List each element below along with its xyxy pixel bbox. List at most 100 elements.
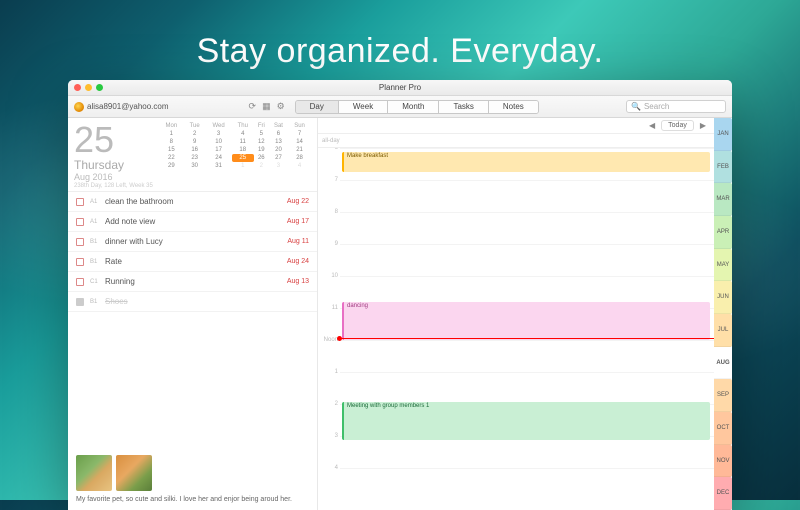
hour-label: 9 [318,241,338,247]
cal-day[interactable]: 3 [206,130,232,138]
event[interactable]: dancing [342,302,710,340]
task-row[interactable]: B1dinner with LucyAug 11 [68,232,317,252]
hour-label: Noon [318,337,338,343]
task-checkbox[interactable] [76,298,84,306]
cal-day[interactable]: 9 [184,138,206,146]
user-email: alisa8901@yahoo.com [87,102,169,111]
cal-day[interactable]: 26 [254,154,269,162]
cal-day[interactable]: 14 [288,138,311,146]
task-label: Shoes [105,297,309,306]
cal-day[interactable]: 25 [232,154,254,162]
tab-notes[interactable]: Notes [489,101,538,113]
search-icon: 🔍 [631,102,641,111]
avatar [74,102,84,112]
task-due: Aug 17 [287,218,309,225]
event[interactable]: Meeting with group members 1 [342,402,710,440]
cal-day[interactable]: 8 [159,138,184,146]
cal-day[interactable]: 2 [254,162,269,170]
cal-day[interactable]: 15 [159,146,184,154]
cal-day[interactable]: 28 [288,154,311,162]
task-priority: A1 [90,199,100,205]
hour-label: 11 [318,305,338,311]
cal-day[interactable]: 5 [254,130,269,138]
today-button[interactable]: Today [661,120,694,131]
tab-tasks[interactable]: Tasks [439,101,488,113]
date-block: 25 Thursday Aug 2016 238th Day, 128 Left… [74,122,153,189]
timeline[interactable]: 67891011Noon1234Make breakfastdancingMee… [318,148,714,510]
cal-day[interactable]: 18 [232,146,254,154]
cal-day[interactable]: 3 [269,162,288,170]
month-tab-jun[interactable]: JUN [714,281,732,314]
month-tab-mar[interactable]: MAR [714,183,732,216]
tab-week[interactable]: Week [339,101,388,113]
tab-month[interactable]: Month [388,101,439,113]
cal-day[interactable]: 22 [159,154,184,162]
task-row[interactable]: A1 Add note viewAug 17 [68,212,317,232]
task-row[interactable]: B1RateAug 24 [68,252,317,272]
refresh-icon[interactable]: ⟳ [249,101,257,112]
cal-day[interactable]: 10 [206,138,232,146]
day-number: 25 [74,122,153,158]
cal-day[interactable]: 30 [184,162,206,170]
cal-day[interactable]: 12 [254,138,269,146]
event[interactable]: Make breakfast [342,152,710,172]
thumbnail[interactable] [116,455,152,491]
cal-day[interactable]: 2 [184,130,206,138]
task-checkbox[interactable] [76,278,84,286]
month-tab-dec[interactable]: DEC [714,477,732,510]
month-tab-may[interactable]: MAY [714,249,732,282]
cal-day[interactable]: 4 [288,162,311,170]
task-priority: A1 [90,219,100,225]
mini-calendar[interactable]: MonTueWedThuFriSatSun1234567891011121314… [159,122,311,189]
task-label: Add note view [105,217,287,226]
cal-day[interactable]: 21 [288,146,311,154]
cal-day[interactable]: 11 [232,138,254,146]
cal-day[interactable]: 19 [254,146,269,154]
prev-day-button[interactable]: ◀ [649,121,655,130]
cal-day[interactable]: 20 [269,146,288,154]
month-tab-aug[interactable]: AUG [714,347,732,380]
tab-day[interactable]: Day [296,101,339,113]
thumbnail[interactable] [76,455,112,491]
grid-icon[interactable]: ▦ [262,101,271,112]
cal-day[interactable]: 27 [269,154,288,162]
task-row[interactable]: B1Shoes [68,292,317,312]
hour-label: 8 [318,209,338,215]
current-time-line [340,338,714,339]
cal-day[interactable]: 23 [184,154,206,162]
task-checkbox[interactable] [76,238,84,246]
month-tab-feb[interactable]: FEB [714,151,732,184]
user-badge[interactable]: alisa8901@yahoo.com [74,102,169,112]
month-tab-apr[interactable]: APR [714,216,732,249]
cal-day[interactable]: 7 [288,130,311,138]
gear-icon[interactable]: ⚙ [277,101,285,112]
task-row[interactable]: A1clean the bathroomAug 22 [68,192,317,212]
task-due: Aug 11 [287,238,309,245]
month-tab-nov[interactable]: NOV [714,445,732,478]
cal-day[interactable]: 4 [232,130,254,138]
task-due: Aug 13 [287,278,309,285]
cal-day[interactable]: 31 [206,162,232,170]
task-list: A1clean the bathroomAug 22A1Add note vie… [68,191,317,449]
cal-day[interactable]: 1 [232,162,254,170]
note-text: My favorite pet, so cute and silki. I lo… [76,495,309,504]
month-tab-jan[interactable]: JAN [714,118,732,151]
cal-day[interactable]: 17 [206,146,232,154]
cal-day[interactable]: 1 [159,130,184,138]
cal-day[interactable]: 13 [269,138,288,146]
cal-day[interactable]: 24 [206,154,232,162]
search-input[interactable]: 🔍 Search [626,100,726,113]
task-checkbox[interactable] [76,218,84,226]
next-day-button[interactable]: ▶ [700,121,706,130]
cal-day[interactable]: 6 [269,130,288,138]
task-row[interactable]: C1RunningAug 13 [68,272,317,292]
cal-day[interactable]: 16 [184,146,206,154]
task-checkbox[interactable] [76,198,84,206]
month-tab-oct[interactable]: OCT [714,412,732,445]
month-tab-jul[interactable]: JUL [714,314,732,347]
month-tab-sep[interactable]: SEP [714,379,732,412]
cal-day[interactable]: 29 [159,162,184,170]
note-block: My favorite pet, so cute and silki. I lo… [68,449,317,510]
task-checkbox[interactable] [76,258,84,266]
task-due: Aug 24 [287,258,309,265]
